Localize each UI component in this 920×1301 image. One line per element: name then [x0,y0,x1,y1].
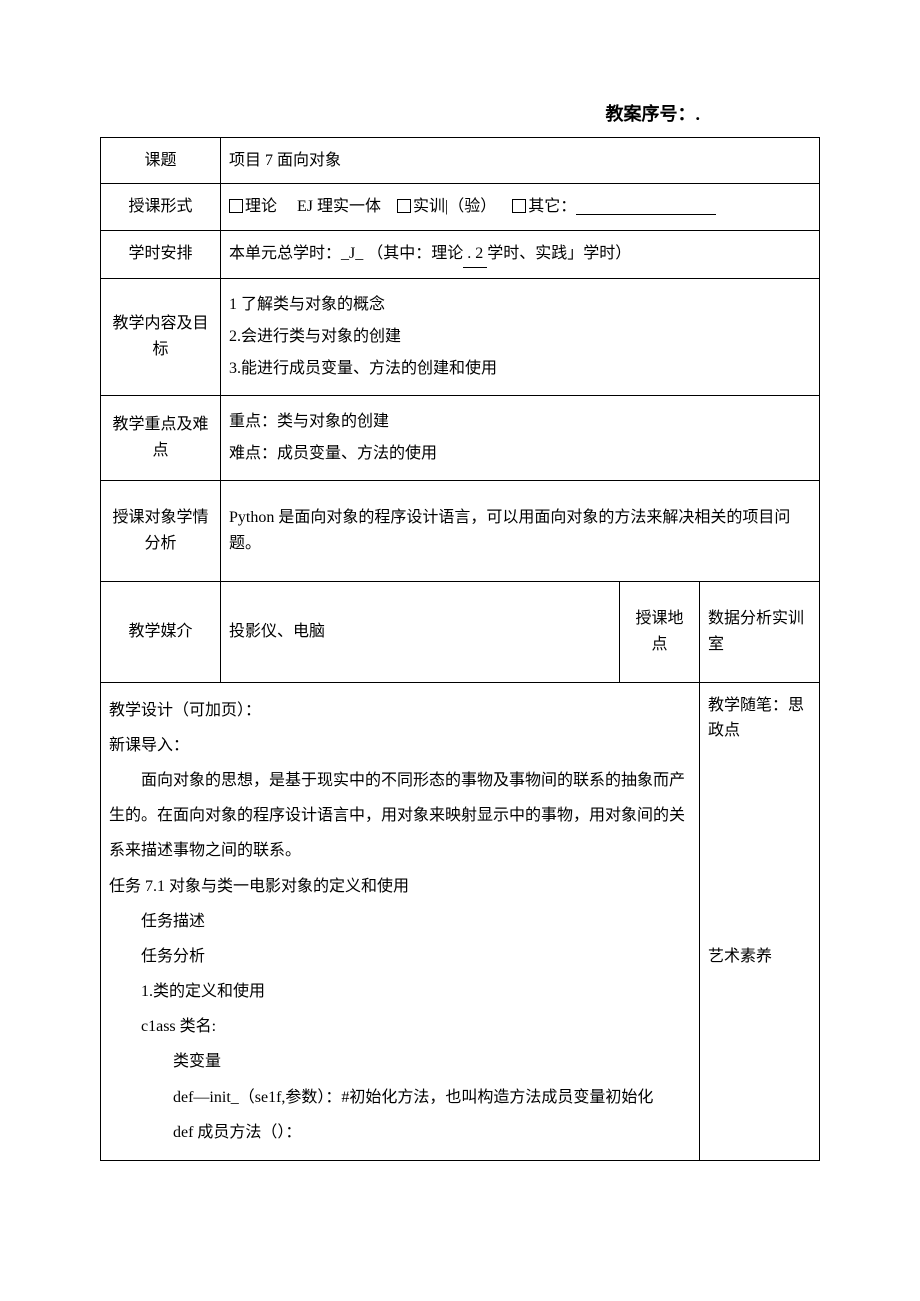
key-line: 重点：类与对象的创建 [229,413,389,430]
topic-value: 项目 7 面向对象 [221,137,820,184]
teaching-design: 教学设计（可加页）： 新课导入： 面向对象的思想，是基于现实中的不同形态的事物及… [101,682,700,1160]
notes-item1: 艺术素养 [708,944,811,970]
schedule-practice-blank: 」 [567,245,583,262]
key-difficulty-label: 教学重点及难点 [101,395,221,480]
other-blank[interactable] [576,198,716,215]
lesson-plan-table: 课题 项目 7 面向对象 授课形式 理论 EJ 理实一体 实训|（验） 其它： … [100,137,820,1161]
task-desc: 任务描述 [109,904,691,939]
intro-text: 面向对象的思想，是基于现实中的不同形态的事物及事物间的联系的抽象而产生的。在面向… [109,763,691,869]
teaching-notes: 教学随笔：思政点 艺术素养 [699,682,819,1160]
class-def-title: 1.类的定义和使用 [109,974,691,1009]
goal-line-1: 1 了解类与对象的概念 [229,296,385,313]
intro-heading: 新课导入： [109,737,189,754]
schedule-total: _J_ [341,245,363,262]
goal-line-2: 2.会进行类与对象的创建 [229,328,401,345]
content-goal-label: 教学内容及目标 [101,278,221,395]
media-label: 教学媒介 [101,581,221,682]
teach-form-label: 授课形式 [101,184,221,231]
learner-label: 授课对象学情分析 [101,480,221,581]
sequence-number: 教案序号：. [100,100,700,129]
location-label: 授课地点 [619,581,699,682]
class-line: c1ass 类名: [109,1009,691,1044]
learner-value: Python 是面向对象的程序设计语言，可以用面向对象的方法来解决相关的项目问题… [221,480,820,581]
classvar-line: 类变量 [109,1044,691,1079]
checkbox-training[interactable] [397,199,411,213]
schedule-mid2: 学时、实践 [487,245,567,262]
notes-heading: 教学随笔：思政点 [708,697,804,740]
media-value: 投影仪、电脑 [221,581,620,682]
checkbox-theory[interactable] [229,199,243,213]
content-goal-value: 1 了解类与对象的概念 2.会进行类与对象的创建 3.能进行成员变量、方法的创建… [221,278,820,395]
schedule-suffix: 学时） [583,245,631,262]
design-title: 教学设计（可加页）： [109,702,261,719]
schedule-value: 本单元总学时：_J_ （其中：理论. 2学时、实践」学时） [221,230,820,278]
method-line: def 成员方法（）： [109,1115,691,1150]
task-analyze: 任务分析 [109,939,691,974]
difficulty-line: 难点：成员变量、方法的使用 [229,445,437,462]
task-heading: 任务 7.1 对象与类一电影对象的定义和使用 [109,878,409,895]
location-value: 数据分析实训室 [699,581,819,682]
schedule-theory-hours: . 2 [463,241,487,268]
topic-label: 课题 [101,137,221,184]
checkbox-other[interactable] [512,199,526,213]
option-training: 实训|（验） [413,198,496,215]
option-other: 其它： [528,198,576,215]
schedule-mid: （其中：理论 [367,245,463,262]
init-line: def—init_（se1f,参数）：#初始化方法，也叫构造方法成员变量初始化 [109,1080,691,1115]
option-theory: 理论 [245,198,277,215]
schedule-prefix: 本单元总学时： [229,245,341,262]
key-difficulty-value: 重点：类与对象的创建 难点：成员变量、方法的使用 [221,395,820,480]
teach-form-value: 理论 EJ 理实一体 实训|（验） 其它： [221,184,820,231]
schedule-label: 学时安排 [101,230,221,278]
option-integrated: 理实一体 [317,198,381,215]
goal-line-3: 3.能进行成员变量、方法的创建和使用 [229,360,497,377]
option-integrated-prefix: EJ [297,198,313,215]
